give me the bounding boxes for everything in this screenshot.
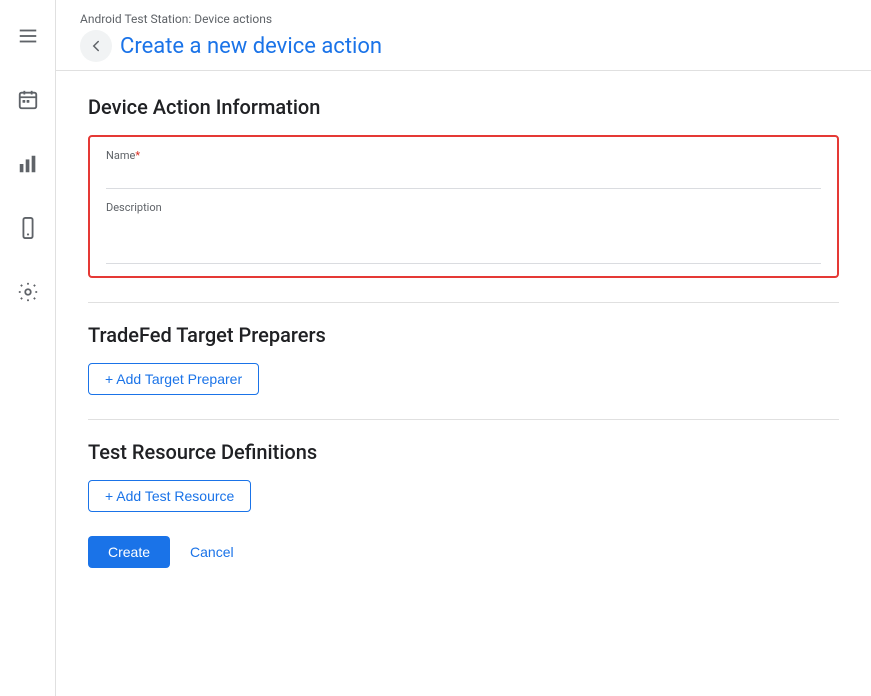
- phone-icon[interactable]: [8, 208, 48, 248]
- breadcrumb: Android Test Station: Device actions: [80, 12, 847, 26]
- description-label: Description: [106, 201, 821, 214]
- create-button[interactable]: Create: [88, 536, 170, 568]
- name-field-wrapper: Name*: [106, 149, 821, 189]
- divider-1: [88, 302, 839, 303]
- content: Device Action Information Name* Descript…: [56, 71, 871, 696]
- sidebar: [0, 0, 56, 696]
- page-title: Create a new device action: [120, 34, 382, 59]
- name-input[interactable]: [106, 164, 821, 189]
- device-action-section: Device Action Information Name* Descript…: [88, 95, 839, 278]
- tradefed-title: TradeFed Target Preparers: [88, 323, 839, 347]
- add-target-preparer-button[interactable]: + Add Target Preparer: [88, 363, 259, 395]
- page-title-row: Create a new device action: [80, 30, 847, 62]
- back-button[interactable]: [80, 30, 112, 62]
- chart-icon[interactable]: [8, 144, 48, 184]
- field-group: Name* Description: [106, 149, 821, 264]
- cancel-button[interactable]: Cancel: [178, 536, 246, 568]
- description-field-wrapper: Description: [106, 201, 821, 264]
- name-label: Name*: [106, 149, 821, 162]
- main-content: Android Test Station: Device actions Cre…: [56, 0, 871, 696]
- calendar-icon[interactable]: [8, 80, 48, 120]
- action-row: Create Cancel: [88, 536, 839, 568]
- settings-icon[interactable]: [8, 272, 48, 312]
- test-resource-section: Test Resource Definitions + Add Test Res…: [88, 440, 839, 512]
- device-action-form-card: Name* Description: [88, 135, 839, 278]
- device-action-title: Device Action Information: [88, 95, 839, 119]
- add-test-resource-button[interactable]: + Add Test Resource: [88, 480, 251, 512]
- test-resource-title: Test Resource Definitions: [88, 440, 839, 464]
- list-icon[interactable]: [8, 16, 48, 56]
- header: Android Test Station: Device actions Cre…: [56, 0, 871, 71]
- description-input[interactable]: [106, 216, 821, 264]
- divider-2: [88, 419, 839, 420]
- tradefed-section: TradeFed Target Preparers + Add Target P…: [88, 323, 839, 395]
